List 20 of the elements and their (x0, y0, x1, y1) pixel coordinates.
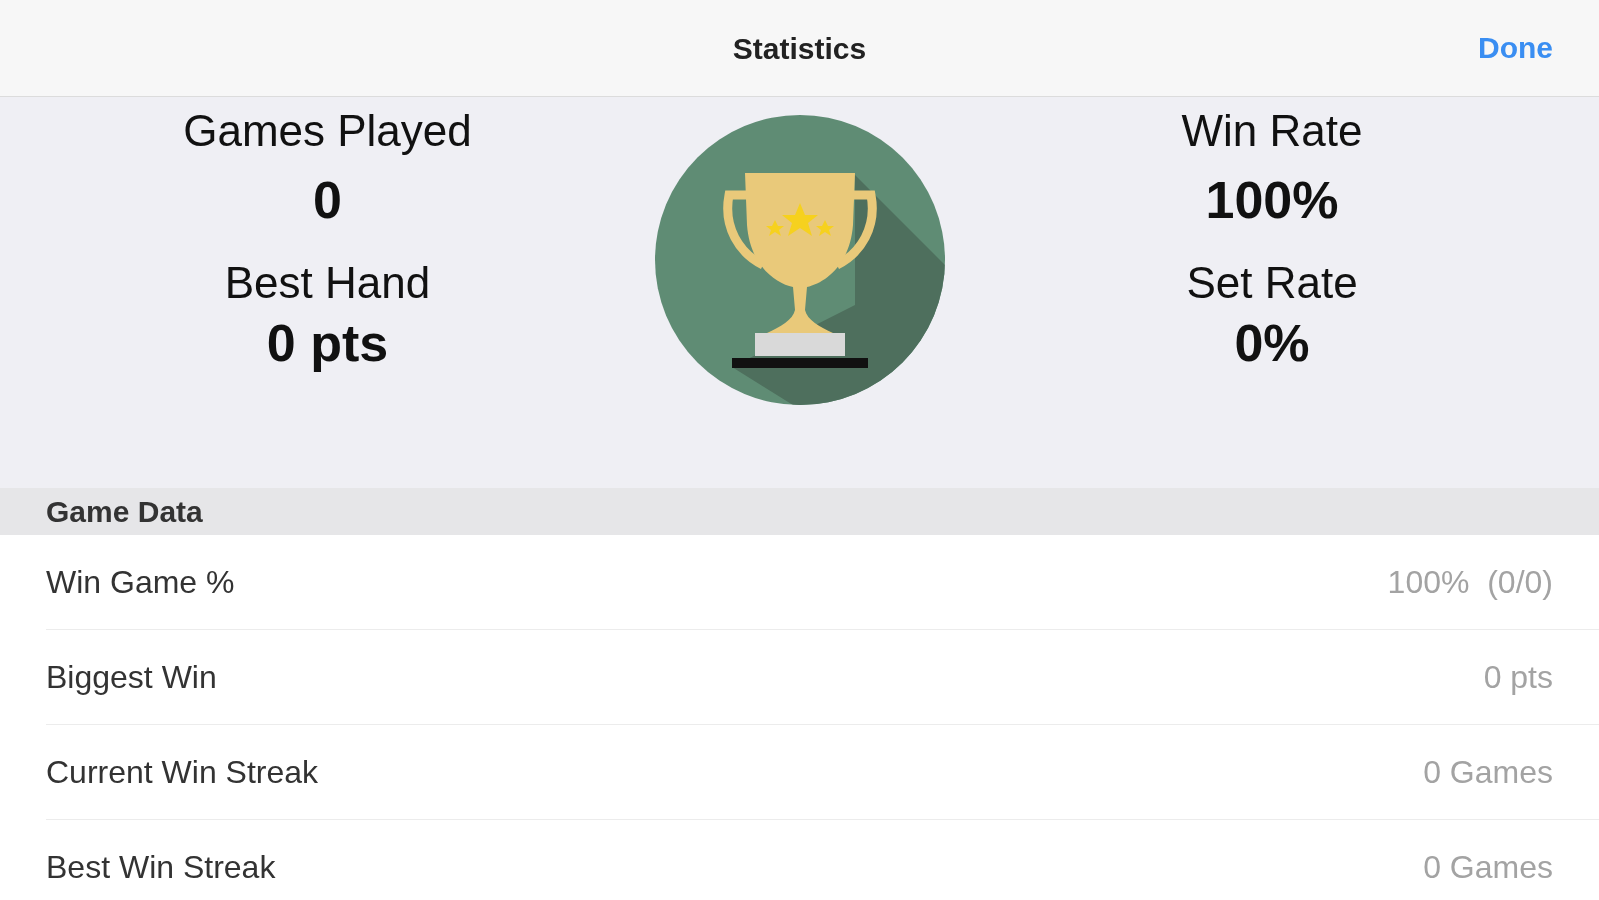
row-value: 0 Games (1423, 848, 1553, 887)
row-label: Win Game % (46, 563, 235, 602)
row-value: 0 Games (1423, 753, 1553, 792)
stat-value: 100% (1205, 170, 1339, 230)
trophy-icon (655, 115, 945, 405)
stat-label: Games Played (183, 105, 472, 157)
stat-value: 0% (1234, 313, 1310, 373)
stat-value: 0 (313, 170, 342, 230)
row-label: Best Win Streak (46, 848, 276, 887)
stat-label: Best Hand (224, 257, 431, 309)
section-header: Game Data (0, 488, 1599, 535)
row-label: Current Win Streak (46, 753, 319, 792)
row-label: Biggest Win (46, 658, 217, 697)
row-value: 100% (0/0) (1387, 563, 1553, 602)
nav-title: Statistics (732, 30, 867, 67)
done-button[interactable]: Done (1472, 28, 1559, 68)
stat-value: 0 pts (266, 313, 389, 373)
row-value: 0 pts (1483, 658, 1553, 697)
stat-label: Set Rate (1186, 257, 1358, 309)
stat-label: Win Rate (1181, 105, 1363, 157)
